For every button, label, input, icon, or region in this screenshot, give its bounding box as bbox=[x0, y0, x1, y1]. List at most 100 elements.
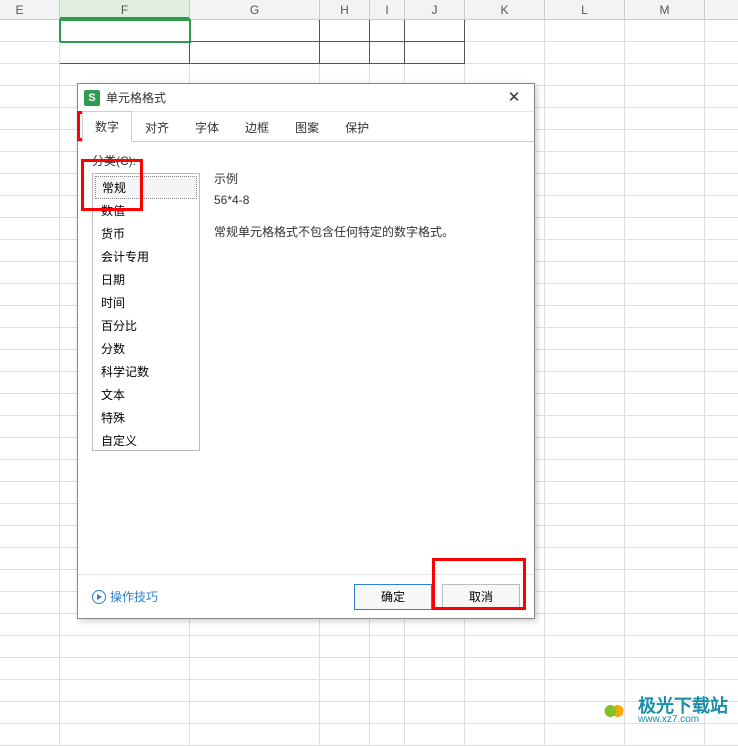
cell[interactable] bbox=[545, 548, 625, 570]
cell[interactable] bbox=[545, 614, 625, 636]
cell[interactable] bbox=[545, 350, 625, 372]
cell[interactable] bbox=[320, 702, 370, 724]
category-item[interactable]: 科学记数 bbox=[93, 360, 199, 383]
cell[interactable] bbox=[625, 372, 705, 394]
cell[interactable] bbox=[405, 636, 465, 658]
cell[interactable] bbox=[545, 86, 625, 108]
cell[interactable] bbox=[0, 680, 60, 702]
tab-align[interactable]: 对齐 bbox=[132, 112, 182, 142]
cell[interactable] bbox=[0, 702, 60, 724]
cell[interactable] bbox=[0, 152, 60, 174]
cell[interactable] bbox=[0, 658, 60, 680]
cell[interactable] bbox=[0, 174, 60, 196]
cell[interactable] bbox=[625, 658, 705, 680]
column-header-J[interactable]: J bbox=[405, 0, 465, 19]
cell[interactable] bbox=[0, 526, 60, 548]
category-list[interactable]: 常规数值货币会计专用日期时间百分比分数科学记数文本特殊自定义 bbox=[92, 173, 200, 451]
cell[interactable] bbox=[60, 680, 190, 702]
cell[interactable] bbox=[60, 702, 190, 724]
category-item[interactable]: 时间 bbox=[93, 291, 199, 314]
cell[interactable] bbox=[60, 42, 190, 64]
category-item[interactable]: 文本 bbox=[93, 383, 199, 406]
column-header-H[interactable]: H bbox=[320, 0, 370, 19]
cell[interactable] bbox=[370, 636, 405, 658]
category-item[interactable]: 百分比 bbox=[93, 314, 199, 337]
cell[interactable] bbox=[320, 658, 370, 680]
column-header-I[interactable]: I bbox=[370, 0, 405, 19]
cell[interactable] bbox=[545, 504, 625, 526]
cell[interactable] bbox=[0, 218, 60, 240]
cell[interactable] bbox=[320, 20, 370, 42]
cancel-button[interactable]: 取消 bbox=[442, 584, 520, 610]
cell[interactable] bbox=[625, 460, 705, 482]
cell[interactable] bbox=[625, 548, 705, 570]
cell[interactable] bbox=[545, 438, 625, 460]
category-item[interactable]: 会计专用 bbox=[93, 245, 199, 268]
cell[interactable] bbox=[625, 570, 705, 592]
column-header-K[interactable]: K bbox=[465, 0, 545, 19]
cell[interactable] bbox=[0, 86, 60, 108]
cell[interactable] bbox=[545, 416, 625, 438]
cell[interactable] bbox=[0, 284, 60, 306]
category-item[interactable]: 常规 bbox=[95, 176, 197, 199]
cell[interactable] bbox=[405, 20, 465, 42]
cell[interactable] bbox=[0, 108, 60, 130]
cell[interactable] bbox=[190, 724, 320, 746]
column-header-L[interactable]: L bbox=[545, 0, 625, 19]
cell[interactable] bbox=[465, 724, 545, 746]
column-header-M[interactable]: M bbox=[625, 0, 705, 19]
cell[interactable] bbox=[545, 218, 625, 240]
cell[interactable] bbox=[0, 614, 60, 636]
cell[interactable] bbox=[625, 64, 705, 86]
cell[interactable] bbox=[60, 636, 190, 658]
cell[interactable] bbox=[0, 592, 60, 614]
category-item[interactable]: 自定义 bbox=[93, 429, 199, 451]
cell[interactable] bbox=[465, 20, 545, 42]
cell[interactable] bbox=[405, 702, 465, 724]
cell[interactable] bbox=[625, 218, 705, 240]
cell[interactable] bbox=[625, 636, 705, 658]
cell[interactable] bbox=[190, 20, 320, 42]
cell[interactable] bbox=[0, 394, 60, 416]
cell[interactable] bbox=[465, 42, 545, 64]
cell[interactable] bbox=[545, 20, 625, 42]
cell[interactable] bbox=[370, 724, 405, 746]
cell[interactable] bbox=[60, 658, 190, 680]
cell[interactable] bbox=[0, 262, 60, 284]
cell[interactable] bbox=[0, 372, 60, 394]
cell[interactable] bbox=[545, 570, 625, 592]
cell[interactable] bbox=[0, 42, 60, 64]
cell[interactable] bbox=[60, 20, 190, 42]
cell[interactable] bbox=[0, 504, 60, 526]
cell[interactable] bbox=[0, 724, 60, 746]
cell[interactable] bbox=[625, 262, 705, 284]
cell[interactable] bbox=[465, 658, 545, 680]
cell[interactable] bbox=[405, 658, 465, 680]
cell[interactable] bbox=[545, 130, 625, 152]
cell[interactable] bbox=[370, 658, 405, 680]
cell[interactable] bbox=[0, 350, 60, 372]
cell[interactable] bbox=[545, 196, 625, 218]
cell[interactable] bbox=[625, 108, 705, 130]
cell[interactable] bbox=[0, 20, 60, 42]
cell[interactable] bbox=[320, 42, 370, 64]
cell[interactable] bbox=[545, 152, 625, 174]
cell[interactable] bbox=[545, 460, 625, 482]
tips-link[interactable]: 操作技巧 bbox=[92, 588, 158, 605]
cell[interactable] bbox=[0, 64, 60, 86]
category-item[interactable]: 日期 bbox=[93, 268, 199, 291]
cell[interactable] bbox=[0, 636, 60, 658]
cell[interactable] bbox=[320, 636, 370, 658]
cell[interactable] bbox=[190, 658, 320, 680]
tab-pattern[interactable]: 图案 bbox=[282, 112, 332, 142]
cell[interactable] bbox=[625, 306, 705, 328]
cell[interactable] bbox=[370, 680, 405, 702]
cell[interactable] bbox=[625, 328, 705, 350]
cell[interactable] bbox=[0, 570, 60, 592]
cell[interactable] bbox=[625, 504, 705, 526]
cell[interactable] bbox=[625, 482, 705, 504]
cell[interactable] bbox=[545, 658, 625, 680]
cell[interactable] bbox=[0, 482, 60, 504]
cell[interactable] bbox=[625, 240, 705, 262]
cell[interactable] bbox=[625, 196, 705, 218]
